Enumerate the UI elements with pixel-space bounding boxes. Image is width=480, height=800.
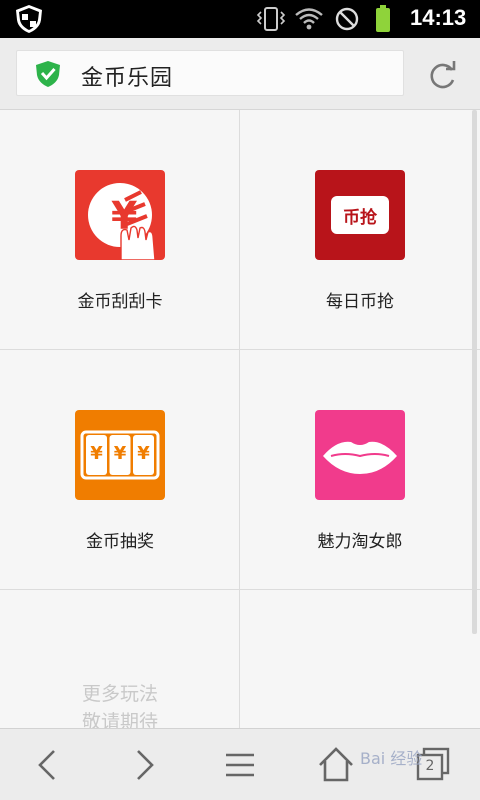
reel-symbol: ¥ [90,443,103,464]
grid-item-charm-girl[interactable]: 魅力淘女郎 [240,350,480,590]
slot-machine-icon: ¥ ¥ ¥ [75,410,165,500]
scratch-card-icon: ¥ [75,170,165,260]
grid-item-label: 魅力淘女郎 [317,532,403,552]
clock-time: 14:13 [410,5,467,30]
menu-icon[interactable] [220,745,260,785]
reel-symbol: ¥ [137,443,150,464]
lips-icon [315,410,405,500]
forward-icon[interactable] [124,745,164,785]
daily-grab-icon: 币抢 [315,170,405,260]
coming-soon-line: 敬请期待 [81,711,158,728]
coming-soon-line: 更多玩法 [81,683,158,705]
page-title: 金币乐园 [81,66,174,91]
no-signal-icon [335,7,359,31]
wifi-icon [295,8,323,30]
vibrate-icon [256,7,286,31]
battery-icon [376,5,390,32]
coming-soon-text: 更多玩法 敬请期待 [0,680,240,728]
grid-item-coming-soon: 更多玩法 敬请期待 [0,590,240,728]
reload-icon[interactable] [424,58,460,94]
grid-item-scratch-card[interactable]: ¥ 金币刮刮卡 [0,110,240,350]
grid-item-label: 金币刮刮卡 [77,292,163,312]
reel-symbol: ¥ [113,443,127,464]
watermark: Bai 经验 [360,749,423,768]
grid-item-empty [240,590,480,728]
address-bar: 金币乐园 [0,38,480,110]
shield-icon [16,5,42,33]
grid-item-label: 金币抽奖 [86,532,154,552]
grid-item-daily-grab[interactable]: 币抢 每日币抢 [240,110,480,350]
home-icon[interactable] [316,745,356,785]
scrollbar[interactable] [472,110,477,634]
status-bar: 14:13 [0,0,480,38]
grid-item-label: 每日币抢 [326,292,394,312]
url-field[interactable]: 金币乐园 [16,50,404,96]
daily-grab-badge: 币抢 [343,208,377,228]
back-icon[interactable] [28,745,68,785]
grid-item-lottery[interactable]: ¥ ¥ ¥ 金币抽奖 [0,350,240,590]
shield-check-icon [36,61,60,87]
feature-grid: ¥ 金币刮刮卡 币抢 每日币抢 ¥ ¥ ¥ 金币抽奖 魅力淘女郎 更多玩法 敬请… [0,110,480,728]
